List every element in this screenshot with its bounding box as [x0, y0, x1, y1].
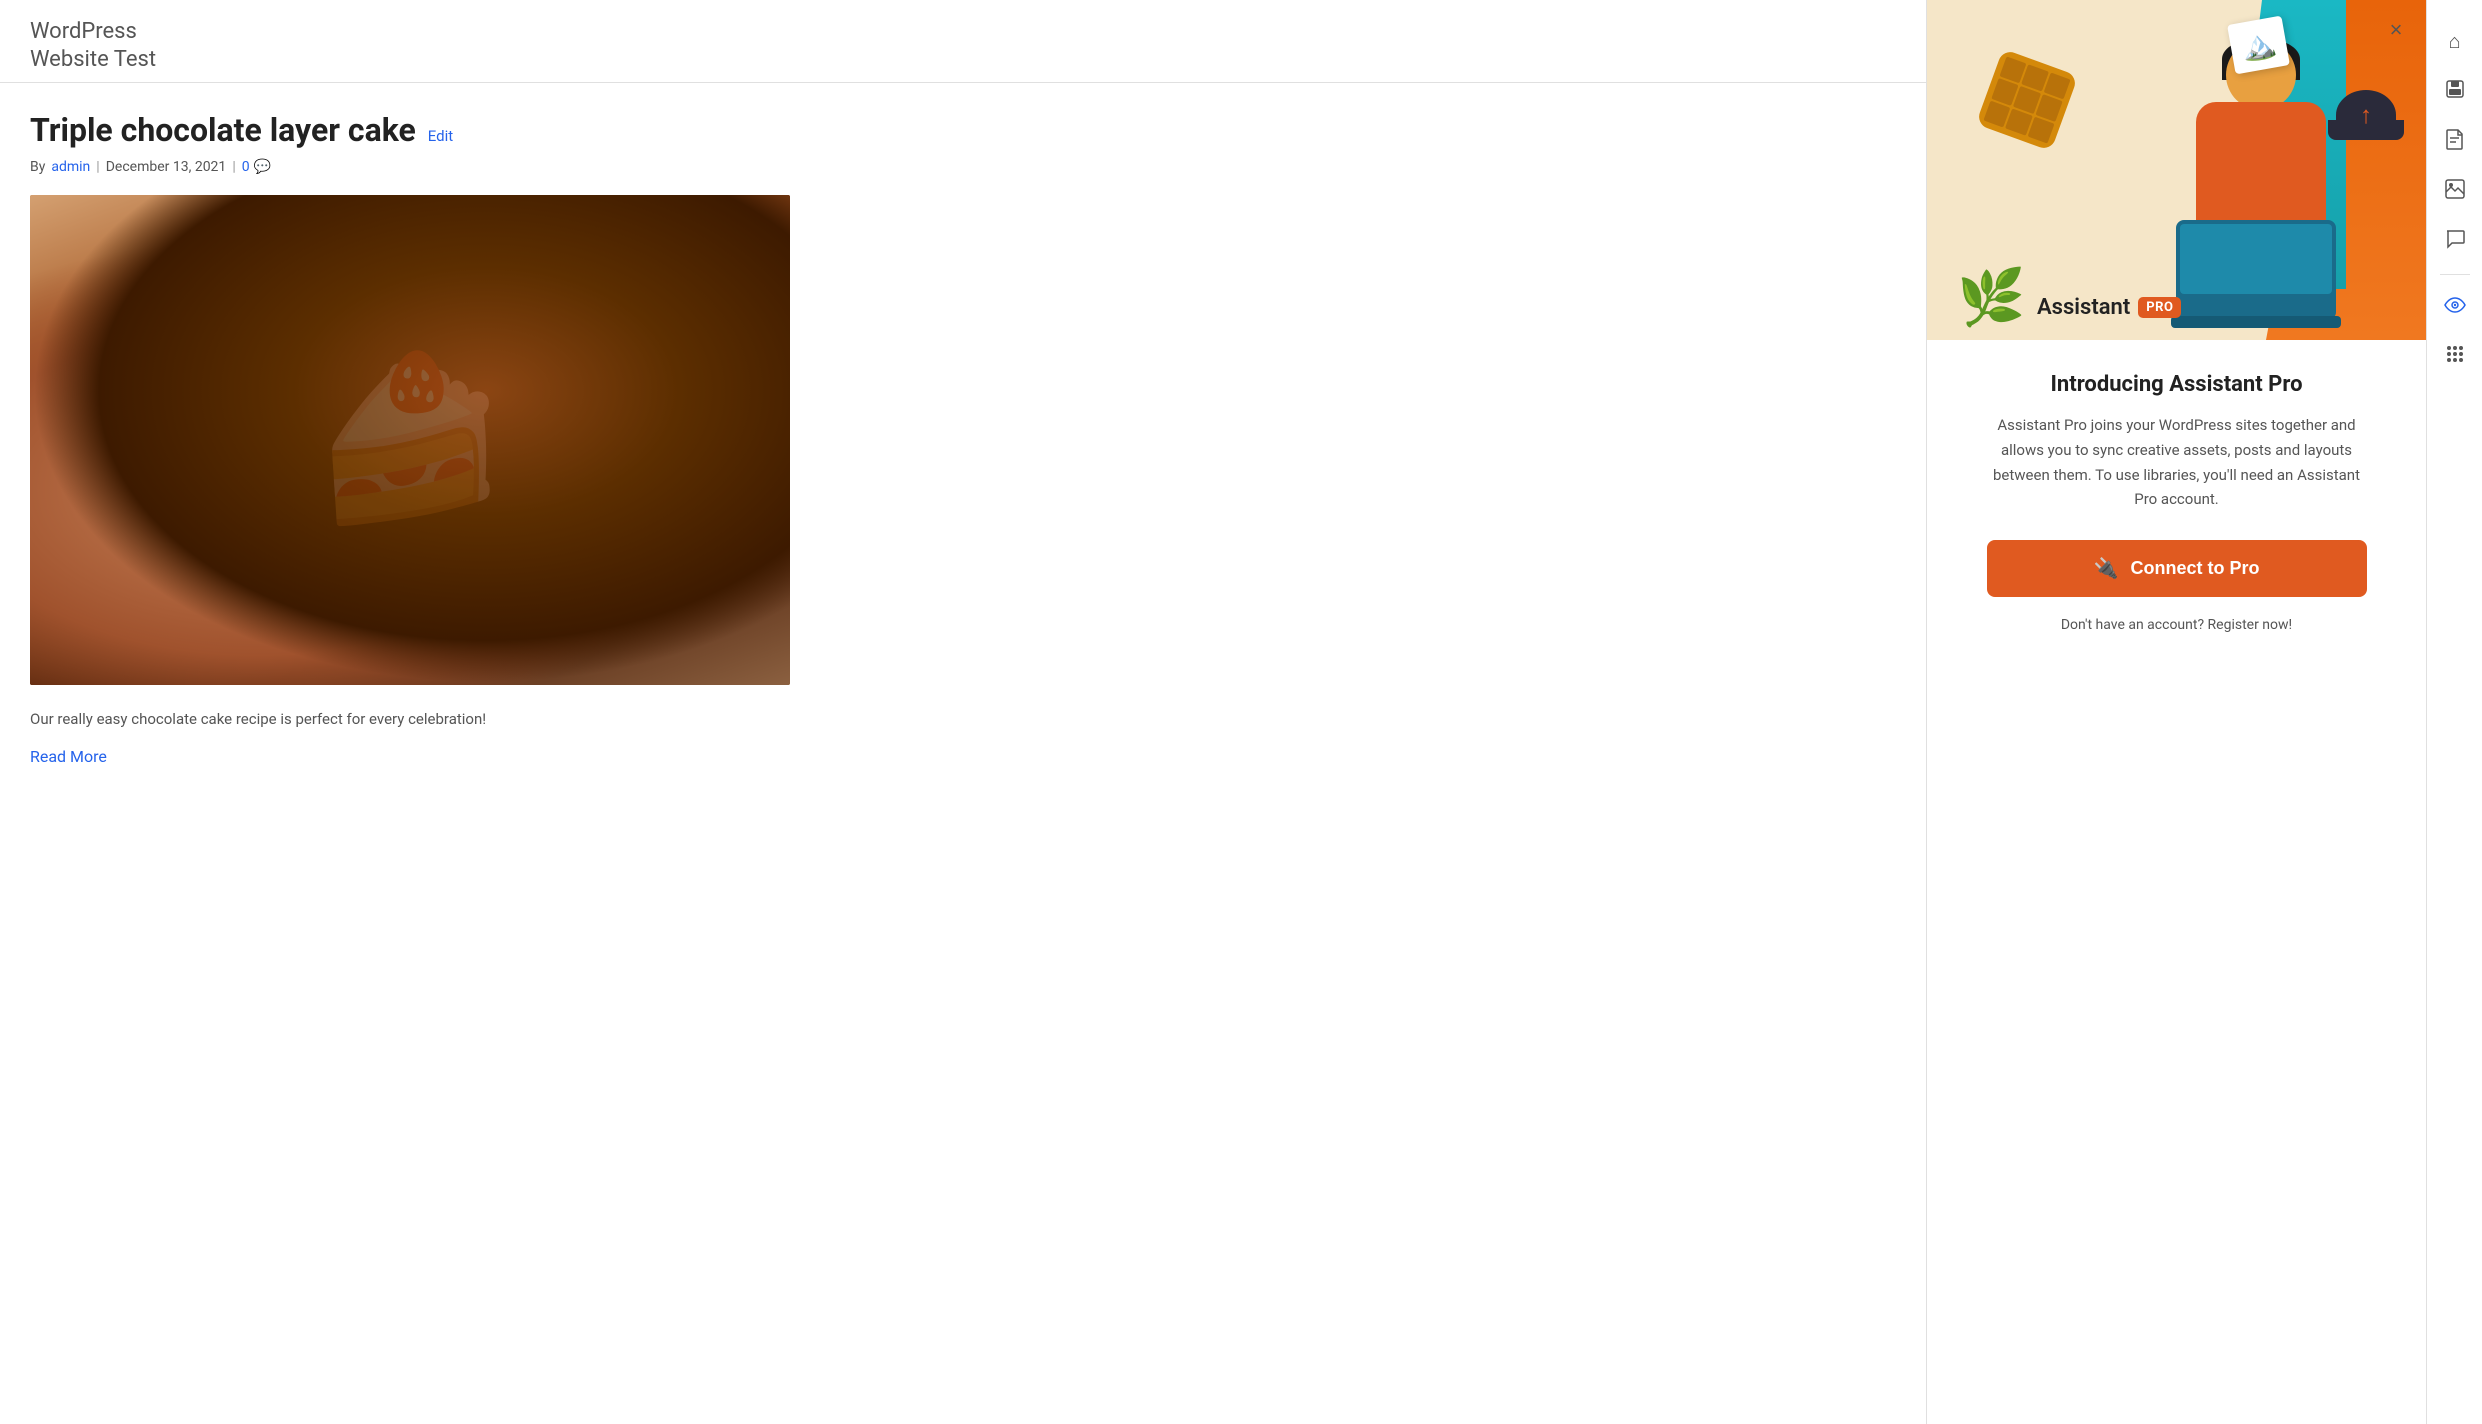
comment-bubble-icon: 💬: [254, 159, 271, 175]
assistant-badge: Assistant PRO: [2037, 295, 2181, 320]
edit-link[interactable]: Edit: [428, 127, 453, 145]
post-title: Triple chocolate layer cake: [30, 111, 416, 149]
person-illustration: [2166, 30, 2366, 340]
site-header: WordPress Website Test: [0, 0, 1926, 83]
meta-separator-2: |: [232, 159, 235, 175]
post-title-row: Triple chocolate layer cake Edit: [30, 111, 1896, 149]
site-title-line2: Website Test: [30, 47, 1896, 72]
close-button[interactable]: ×: [2380, 14, 2412, 46]
apps-icon: [2445, 344, 2465, 370]
laptop-screen: [2180, 224, 2332, 294]
page-icon-button[interactable]: [2433, 120, 2477, 164]
post-meta: By admin | December 13, 2021 | 0 💬: [30, 159, 1896, 175]
person-laptop: [2176, 220, 2336, 320]
cloud-upload-icon: ↑: [2336, 90, 2396, 140]
media-icon: [2445, 179, 2465, 205]
register-text: Don't have an account? Register now!: [2061, 617, 2292, 633]
intro-description: Assistant Pro joins your WordPress sites…: [1987, 413, 2367, 512]
eye-icon: [2444, 296, 2466, 319]
read-more-link[interactable]: Read More: [30, 747, 107, 766]
page-icon: [2446, 128, 2464, 156]
cake-art: [30, 195, 790, 685]
save-icon-button[interactable]: [2433, 70, 2477, 114]
comment-count: 0: [242, 159, 250, 175]
apps-icon-button[interactable]: [2433, 335, 2477, 379]
plant-icon: 🌿: [1957, 266, 2025, 330]
comments-icon: [2445, 229, 2465, 255]
eye-icon-button[interactable]: [2433, 285, 2477, 329]
post-featured-image: [30, 195, 790, 685]
main-content: WordPress Website Test Triple chocolate …: [0, 0, 1926, 1424]
waffle-icon: [1976, 49, 2079, 152]
plug-icon: 🔌: [2094, 556, 2119, 581]
assistant-illustration: 🏔️ ↑ 🌿 Assistant PRO: [1927, 0, 2426, 340]
badge-assistant-text: Assistant: [2037, 295, 2130, 320]
save-icon: [2445, 79, 2465, 105]
post-excerpt: Our really easy chocolate cake recipe is…: [30, 707, 1896, 731]
home-icon-button[interactable]: ⌂: [2433, 20, 2477, 64]
badge-pro-label: PRO: [2138, 297, 2181, 318]
post-author-link[interactable]: admin: [51, 159, 90, 175]
meta-separator-1: |: [96, 159, 99, 175]
post-comment-link[interactable]: 0 💬: [242, 159, 271, 175]
comments-icon-button[interactable]: [2433, 220, 2477, 264]
post-area: Triple chocolate layer cake Edit By admi…: [0, 83, 1926, 796]
connect-to-pro-button[interactable]: 🔌 Connect to Pro: [1987, 540, 2367, 597]
intro-title: Introducing Assistant Pro: [2050, 372, 2302, 397]
connect-label: Connect to Pro: [2130, 558, 2259, 579]
assistant-content: Introducing Assistant Pro Assistant Pro …: [1927, 340, 2426, 1424]
media-icon-button[interactable]: [2433, 170, 2477, 214]
photo-icon: 🏔️: [2227, 16, 2290, 75]
icon-divider: [2440, 274, 2470, 275]
post-date: December 13, 2021: [106, 159, 227, 175]
home-icon: ⌂: [2448, 31, 2460, 54]
site-title-line1: WordPress: [30, 18, 1896, 47]
meta-by: By: [30, 159, 45, 175]
sidebar-icons: ⌂: [2426, 0, 2482, 1424]
assistant-panel: × 🏔️ ↑: [1926, 0, 2426, 1424]
